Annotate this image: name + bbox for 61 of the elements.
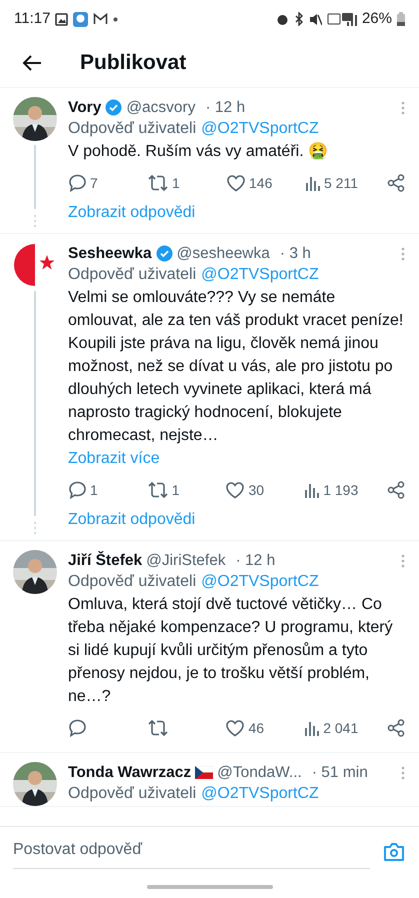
post-time: · 51 min (312, 763, 368, 783)
post-time: · 3 h (280, 244, 311, 264)
post-text: V pohodě. Ruším vás vy amatéři. 🤮 (68, 141, 330, 162)
status-time: 11:17 (14, 8, 50, 29)
author-handle[interactable]: @JiriStefek (146, 550, 226, 571)
back-arrow-icon (22, 54, 42, 72)
views-chart-icon (305, 174, 321, 192)
post-time: · 12 h (205, 98, 246, 118)
post-time: · 12 h (236, 551, 276, 571)
views-button[interactable]: 2 041 (304, 716, 358, 740)
share-icon (386, 719, 405, 737)
reply-to-label: Odpověď uživateli (68, 119, 196, 139)
views-button[interactable]: 1 193 (304, 478, 358, 502)
share-icon (387, 174, 405, 192)
heart-icon (226, 174, 246, 192)
share-icon (386, 481, 405, 499)
reply-icon (68, 481, 87, 499)
views-chart-icon (304, 719, 320, 737)
reply-to-label: Odpověď uživateli (68, 784, 196, 804)
mail-icon (93, 13, 108, 25)
post-text: Omluva, která stojí dvě tuctové větičky… Co třeba nějaké kompenzace? U programu, který si lidé kupují kvůli určitým přenosům a tyto přenosy nejdou, je to trošku větší problém, ne…? (68, 595, 394, 707)
author-handle[interactable]: @TondaW... (217, 762, 302, 783)
battery-icon (397, 12, 405, 26)
dot-icon (113, 16, 118, 22)
retweet-icon (146, 481, 169, 499)
retweet-button[interactable]: 1 (147, 171, 197, 195)
club-logo-icon (13, 243, 57, 287)
author-name[interactable]: Vory (68, 97, 102, 118)
retweet-icon (147, 174, 169, 192)
post-text: Velmi se omlouváte??? Vy se nemáte omlouvat, ale za ten váš produkt vracet peníze! Koupili jste práva na ligu, člověk nemá jinou možnost, než se dívat u vás, ale pro jistotu po dlouhých letech vyvinete aplikaci, která má naprosto tragický hodnocení, blokujete chromecast, nejste… (68, 288, 404, 446)
page-title: Publikovat (80, 50, 186, 76)
image-icon (55, 12, 68, 26)
bluetooth-icon (294, 12, 304, 26)
reply-to-label: Odpověď uživateli (68, 265, 196, 285)
author-name[interactable]: Jiří Štefek (68, 550, 142, 571)
thread-line (34, 145, 36, 209)
battery-percent: 26% (362, 8, 392, 29)
reply-button[interactable]: 1 (68, 478, 118, 502)
author-handle[interactable]: @sesheewka (176, 243, 270, 264)
like-button[interactable]: 30 (225, 478, 276, 502)
reply-button[interactable]: 7 (68, 171, 118, 195)
reply-field[interactable]: Postovat odpověď (13, 834, 370, 868)
heart-icon (225, 481, 246, 499)
reply-icon (68, 719, 87, 737)
like-button[interactable]: 146 (226, 171, 276, 195)
mute-icon (308, 12, 322, 26)
reply-to-label: Odpověď uživateli (68, 572, 196, 592)
retweet-icon (146, 719, 169, 737)
signal-icon (326, 12, 357, 26)
author-name[interactable]: Sesheewka (68, 243, 152, 264)
camera-icon (383, 842, 405, 862)
app-icon (73, 12, 88, 26)
views-chart-icon (304, 481, 320, 499)
author-handle[interactable]: @acsvory (126, 97, 196, 118)
like-button[interactable]: 46 (225, 716, 276, 740)
views-button[interactable]: 5 211 (305, 171, 358, 195)
retweet-button[interactable]: 1 (146, 478, 197, 502)
reply-icon (68, 174, 87, 192)
author-name[interactable]: Tonda Wawrzacz (68, 762, 192, 783)
heart-icon (225, 719, 246, 737)
alarm-icon (276, 12, 289, 26)
